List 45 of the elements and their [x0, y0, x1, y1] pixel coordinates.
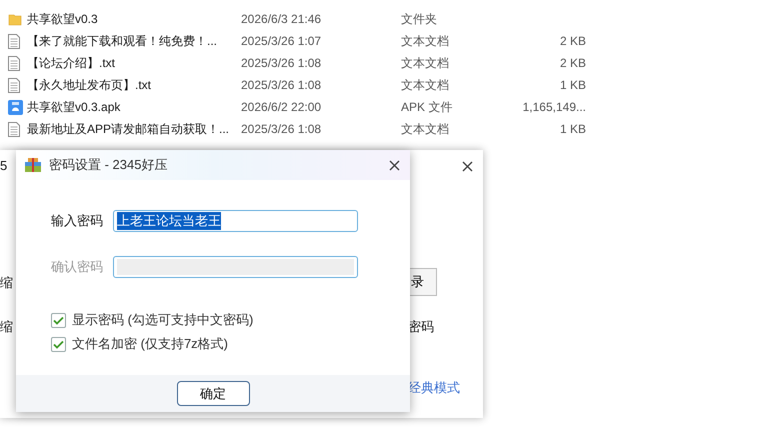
file-name[interactable]: 【论坛介绍】.txt — [27, 54, 241, 72]
file-size: 2 KB — [558, 56, 586, 70]
field-label: 输入密码 — [51, 212, 104, 230]
file-name[interactable]: 【永久地址发布页】.txt — [27, 76, 241, 94]
ok-button[interactable]: 确定 — [176, 381, 250, 406]
file-size: 2 KB — [558, 34, 586, 48]
document-icon — [8, 122, 20, 136]
file-date: 2025/3/26 1:08 — [241, 56, 322, 70]
file-type: 文本文档 — [401, 120, 450, 138]
file-name[interactable]: 【来了就能下载和观看！纯免费！... — [27, 32, 241, 50]
file-name[interactable]: 最新地址及APP请发邮箱自动获取！... — [27, 120, 241, 138]
document-icon — [8, 34, 20, 48]
file-type: 文本文档 — [401, 76, 450, 94]
close-icon[interactable] — [462, 161, 473, 172]
file-type: 文本文档 — [401, 54, 450, 72]
file-size: 1 KB — [558, 122, 586, 136]
archive-app-icon — [25, 158, 41, 172]
dialog-title: 密码设置 - 2345好压 — [49, 156, 168, 174]
window-title: 5 — [0, 158, 8, 173]
file-date: 2026/6/3 21:46 — [241, 12, 322, 26]
android-app-icon — [8, 100, 23, 114]
file-name[interactable]: 共享欲望v0.3.apk — [27, 98, 241, 116]
file-name[interactable]: 共享欲望v0.3 — [27, 10, 241, 28]
file-date: 2026/6/2 22:00 — [241, 100, 322, 114]
option-label: 缩 — [0, 274, 13, 292]
document-icon — [8, 56, 20, 70]
checkbox-label: 文件名加密 (仅支持7z格式) — [72, 335, 228, 353]
option-label: 缩 — [0, 318, 13, 336]
file-date: 2025/3/26 1:08 — [241, 78, 322, 92]
browse-button[interactable]: 录 — [410, 268, 437, 296]
file-size: 1,165,149... — [522, 100, 586, 114]
folder-icon — [8, 12, 22, 26]
file-type: 文本文档 — [401, 32, 450, 50]
checkbox[interactable] — [51, 312, 66, 328]
close-icon[interactable] — [389, 160, 400, 170]
file-date: 2025/3/26 1:08 — [241, 122, 322, 136]
field-label: 确认密码 — [51, 258, 104, 276]
file-type: APK 文件 — [401, 98, 454, 116]
document-icon — [8, 78, 20, 92]
password-field[interactable]: 上老王论坛当老王 — [113, 210, 358, 232]
file-date: 2025/3/26 1:07 — [241, 34, 322, 48]
checkbox[interactable] — [51, 336, 66, 352]
file-type: 文件夹 — [401, 10, 438, 28]
file-size: 1 KB — [558, 78, 586, 92]
checkbox-label: 显示密码 (勾选可支持中文密码) — [72, 311, 254, 329]
